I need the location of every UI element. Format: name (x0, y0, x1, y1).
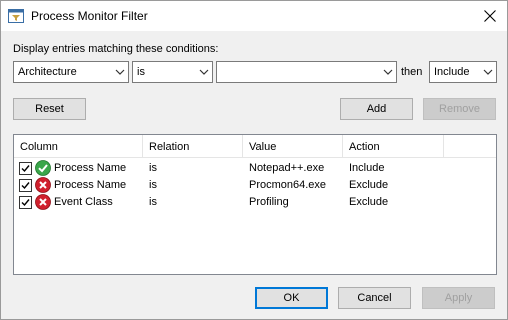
filter-app-icon (8, 9, 24, 23)
chevron-down-icon (199, 69, 209, 75)
checkmark-icon (21, 165, 30, 173)
column-header-value[interactable]: Value (243, 135, 343, 158)
remove-button[interactable]: Remove (423, 98, 496, 120)
row-action: Include (349, 162, 385, 174)
row-value: Procmon64.exe (249, 179, 327, 191)
list-header: Column Relation Value Action (14, 135, 496, 158)
conditions-label: Display entries matching these condition… (13, 43, 219, 55)
chevron-down-icon (383, 69, 393, 75)
column-dropdown[interactable]: Architecture (13, 61, 129, 83)
apply-button[interactable]: Apply (422, 287, 495, 309)
row-checkbox[interactable] (19, 179, 32, 192)
value-combobox[interactable] (216, 61, 397, 83)
column-header-column[interactable]: Column (14, 135, 143, 158)
row-checkbox[interactable] (19, 196, 32, 209)
check-icon (35, 160, 51, 176)
exclude-icon (35, 194, 51, 210)
window-title: Process Monitor Filter (31, 9, 148, 23)
action-dropdown[interactable]: Include (429, 61, 497, 83)
row-column: Event Class (54, 196, 113, 208)
relation-dropdown-value: is (137, 66, 145, 78)
row-relation: is (149, 196, 157, 208)
action-dropdown-value: Include (434, 66, 470, 78)
row-relation: is (149, 162, 157, 174)
row-column: Process Name (54, 162, 127, 174)
row-value: Notepad++.exe (249, 162, 325, 174)
row-value: Profiling (249, 196, 289, 208)
row-action: Exclude (349, 179, 389, 191)
filter-list[interactable]: Column Relation Value Action Process Nam… (13, 134, 497, 275)
reset-button[interactable]: Reset (13, 98, 86, 120)
checkmark-icon (21, 182, 30, 190)
relation-dropdown[interactable]: is (132, 61, 213, 83)
list-item[interactable]: Event Class is Profiling Exclude (14, 194, 496, 211)
close-icon (484, 10, 496, 22)
list-item[interactable]: Process Name is Procmon64.exe Exclude (14, 177, 496, 194)
exclude-icon (35, 177, 51, 193)
column-header-relation[interactable]: Relation (143, 135, 243, 158)
filter-dialog: Process Monitor Filter Display entries m… (0, 0, 508, 320)
close-button[interactable] (473, 1, 507, 31)
column-dropdown-value: Architecture (18, 66, 77, 78)
checkmark-icon (21, 199, 30, 207)
row-action: Exclude (349, 196, 389, 208)
ok-button[interactable]: OK (255, 287, 328, 309)
row-checkbox[interactable] (19, 162, 32, 175)
column-header-action[interactable]: Action (343, 135, 444, 158)
list-item[interactable]: Process Name is Notepad++.exe Include (14, 160, 496, 177)
add-button[interactable]: Add (340, 98, 413, 120)
row-column: Process Name (54, 179, 127, 191)
row-relation: is (149, 179, 157, 191)
chevron-down-icon (483, 69, 493, 75)
chevron-down-icon (115, 69, 125, 75)
title-bar: Process Monitor Filter (1, 1, 507, 31)
cancel-button[interactable]: Cancel (338, 287, 411, 309)
then-label: then (401, 66, 423, 78)
